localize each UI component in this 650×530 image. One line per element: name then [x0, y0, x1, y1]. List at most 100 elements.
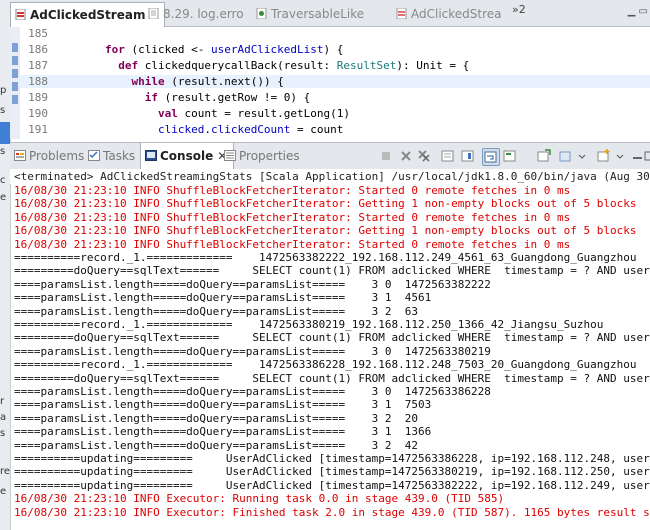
scroll-lock-icon[interactable]	[460, 148, 476, 164]
maximize-icon[interactable]	[642, 148, 650, 164]
left-panel-glyph: r	[0, 396, 5, 407]
code-token: ): Unit = {	[396, 59, 470, 72]
code-token: if	[144, 91, 158, 104]
text-file-icon	[148, 8, 159, 19]
console-line: 16/08/30 21:23:10 INFO ShuffleBlockFetch…	[14, 184, 571, 197]
console-line: ====paramsList.length=====doQuery==param…	[14, 398, 432, 412]
console-output[interactable]: 16/08/30 21:23:10 INFO ShuffleBlockFetch…	[10, 184, 650, 530]
tab-properties[interactable]: Properties	[224, 143, 300, 169]
chevron-down-icon[interactable]	[574, 148, 590, 164]
minimize-icon[interactable]: ▁ ▭	[628, 6, 648, 17]
left-panel-selection	[0, 122, 10, 144]
code-token: (clicked <-	[124, 43, 211, 56]
display-console-icon[interactable]	[558, 148, 574, 164]
left-panel-glyph: e	[0, 192, 7, 203]
code-token: (result.next()) {	[164, 75, 284, 88]
folding-marker	[12, 95, 18, 104]
chevron-down-icon[interactable]	[612, 148, 628, 164]
code-token: ) {	[323, 43, 344, 56]
line-number: 187	[28, 59, 48, 72]
code-token: = count	[290, 123, 344, 136]
code-line[interactable]: 189 if (result.getRow != 0) {	[20, 91, 650, 104]
code-editor: AdClickedStream✕ 8.29. log.erro Traversa…	[10, 0, 650, 139]
code-token: clicked	[157, 123, 205, 136]
tab-label: Tasks	[103, 149, 136, 163]
editor-tab-bar: AdClickedStream✕ 8.29. log.erro Traversa…	[10, 0, 650, 27]
left-panel-glyph: c	[0, 175, 6, 186]
console-line: ====paramsList.length=====doQuery==param…	[14, 438, 418, 452]
tasks-icon	[88, 150, 100, 161]
console-launch-header: <terminated> AdClickedStreamingStats [Sc…	[10, 169, 650, 184]
line-number: 190	[28, 107, 48, 120]
left-panel-glyph: s	[0, 146, 6, 157]
console-line: 16/08/30 21:23:10 INFO ShuffleBlockFetch…	[14, 197, 637, 211]
tab-label: Console	[160, 149, 214, 163]
left-panel-glyph: e	[0, 486, 7, 497]
problems-icon	[14, 150, 26, 161]
code-token: userAdClickedList	[210, 43, 324, 56]
line-number: 188	[28, 75, 48, 88]
tab-console[interactable]: Console ✕	[140, 143, 235, 169]
code-line[interactable]: 191 clicked.clickedCount = count	[20, 123, 650, 136]
tab-label: Properties	[239, 149, 300, 163]
remove-all-icon[interactable]	[416, 148, 432, 164]
console-line: =========doQuery==sqlText====== SELECT c…	[14, 264, 650, 278]
tab-adclickedstrea[interactable]: AdClickedStrea	[392, 2, 502, 26]
console-line: ====paramsList.length=====doQuery==param…	[14, 411, 418, 425]
console-line: 16/08/30 21:23:10 INFO Executor: Running…	[14, 492, 505, 506]
word-wrap-icon[interactable]	[482, 148, 500, 166]
code-line[interactable]: 188 while (result.next()) {	[20, 75, 650, 88]
folding-marker	[12, 43, 18, 52]
code-line[interactable]: 187 def clickedquerycallBack(result: Res…	[20, 59, 650, 72]
code-line[interactable]: 190 val count = result.getLong(1)	[20, 107, 650, 120]
code-token: .	[204, 123, 211, 136]
console-line: 16/08/30 21:23:10 INFO ShuffleBlockFetch…	[14, 237, 571, 251]
line-number: 185	[28, 27, 48, 40]
line-number: 189	[28, 91, 48, 104]
console-line: =========doQuery==sqlText====== SELECT c…	[14, 331, 650, 345]
clear-console-icon[interactable]	[440, 148, 456, 164]
console-line: ==========updating========= UserAdClicke…	[14, 478, 650, 492]
tab-label: Problems	[29, 149, 85, 163]
properties-icon	[224, 150, 236, 161]
console-line: 16/08/30 21:23:10 INFO ShuffleBlockFetch…	[14, 210, 571, 224]
tab-adclickedstream[interactable]: AdClickedStream✕	[10, 2, 165, 27]
remove-launch-icon[interactable]	[398, 148, 414, 164]
open-console-icon[interactable]	[596, 148, 612, 164]
console-icon	[145, 150, 157, 161]
code-line[interactable]: 185	[20, 27, 650, 40]
code-line[interactable]: 186 for (clicked <- userAdClickedList) {	[20, 43, 650, 56]
terminate-icon[interactable]	[378, 148, 394, 164]
code-token: for	[104, 43, 125, 56]
code-token: val	[157, 107, 178, 120]
console-line: ==========record._1.============= 147256…	[14, 358, 637, 372]
tab-tasks[interactable]: Tasks	[88, 143, 135, 169]
code-token: (result.getRow != 0) {	[157, 91, 311, 104]
left-panel-glyph: a	[0, 412, 7, 423]
pin-console-icon[interactable]	[536, 148, 552, 164]
editor-gutter	[10, 27, 20, 139]
console-line: ==========updating========= UserAdClicke…	[14, 465, 650, 479]
folding-marker	[12, 69, 18, 78]
left-panel-glyph: p	[0, 85, 7, 96]
console-line: 16/08/30 21:23:10 INFO Executor: Finishe…	[14, 505, 650, 519]
code-token: while	[131, 75, 165, 88]
tab-traversablelike[interactable]: TraversableLike	[252, 2, 364, 26]
console-line: ====paramsList.length=====doQuery==param…	[14, 344, 491, 358]
class-file-icon	[256, 8, 267, 19]
console-line: ==========record._1.============= 147256…	[14, 251, 637, 264]
console-line: ====paramsList.length=====doQuery==param…	[14, 291, 432, 305]
show-console-output-icon[interactable]	[502, 148, 518, 164]
code-token: def	[118, 59, 139, 72]
tab-problems[interactable]: Problems	[14, 143, 84, 169]
tab-overflow-button[interactable]: »2	[512, 3, 526, 16]
left-panel-glyph: s	[0, 428, 6, 439]
code-token: count = result.getLong(1)	[177, 107, 351, 120]
tab-log-error[interactable]: 8.29. log.erro	[144, 2, 244, 26]
code-token: clickedquerycallBack(result:	[138, 59, 337, 72]
tab-label: 8.29. log.erro	[163, 7, 244, 21]
console-line: ==========updating========= UserAdClicke…	[14, 452, 650, 465]
